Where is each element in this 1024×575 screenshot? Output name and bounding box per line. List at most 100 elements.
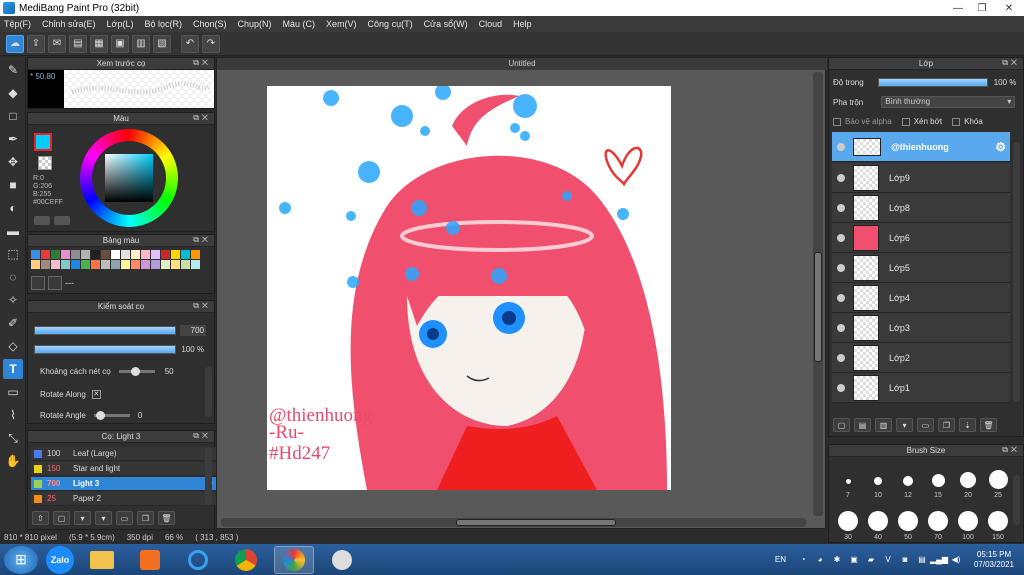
menu-cloud[interactable]: Cloud bbox=[479, 19, 503, 29]
menu-snap[interactable]: Chụp(N) bbox=[238, 19, 272, 29]
system-clock[interactable]: 05:15 PM 07/03/2021 bbox=[966, 550, 1022, 570]
menu-view[interactable]: Xem(V) bbox=[326, 19, 357, 29]
chrome-icon[interactable] bbox=[226, 546, 266, 574]
brush-size-40[interactable]: 40 bbox=[863, 501, 893, 541]
layer-row-1[interactable]: Lớp1 bbox=[832, 373, 1010, 403]
upload-brush-icon[interactable]: ⇧ bbox=[32, 511, 49, 525]
tray-app-icon[interactable]: ▣ bbox=[847, 554, 861, 566]
rotate-angle-slider[interactable] bbox=[93, 411, 130, 420]
menu-tools[interactable]: Công cụ(T) bbox=[368, 19, 413, 29]
vietkey-icon[interactable]: V bbox=[881, 554, 895, 566]
spacing-slider[interactable] bbox=[118, 367, 155, 376]
magic-wand-tool-icon[interactable]: ✧ bbox=[3, 290, 23, 310]
palette-swatch[interactable] bbox=[71, 250, 80, 259]
layer-row-3[interactable]: Lớp3 bbox=[832, 313, 1010, 343]
rectangle-tool-icon[interactable]: □ bbox=[3, 106, 23, 126]
minimize-button[interactable]: — bbox=[946, 1, 970, 15]
select-pen-tool-icon[interactable]: ✐ bbox=[3, 313, 23, 333]
panel-controls-icon[interactable]: ⧉✕ bbox=[193, 301, 211, 311]
new-palette-icon[interactable] bbox=[31, 276, 45, 290]
rotate-along-checkbox[interactable]: ✕ bbox=[91, 390, 101, 399]
layer-row-2[interactable]: Lớp2 bbox=[832, 343, 1010, 373]
zalo-taskbar-icon[interactable]: Zalo bbox=[46, 545, 74, 574]
comment-icon[interactable]: ✉ bbox=[48, 34, 66, 53]
duplicate-layer-icon[interactable]: ❐ bbox=[938, 418, 955, 432]
protect-alpha-checkbox[interactable] bbox=[833, 117, 841, 126]
document-icon[interactable]: ▦ bbox=[90, 34, 108, 53]
brush-size-150[interactable]: 150 bbox=[983, 501, 1013, 541]
merge-layer-icon[interactable]: ⇣ bbox=[959, 418, 976, 432]
spacing-slider-thumb[interactable] bbox=[130, 367, 140, 376]
palette-swatch[interactable] bbox=[71, 260, 80, 269]
palette-swatch[interactable] bbox=[121, 260, 130, 269]
page-icon[interactable]: ▤ bbox=[69, 34, 87, 53]
color-mode-slider-button[interactable] bbox=[54, 216, 70, 225]
brush-size-12[interactable]: 12 bbox=[893, 459, 923, 499]
brush-control-scrollbar[interactable] bbox=[205, 367, 212, 417]
explorer-folder-icon[interactable] bbox=[82, 546, 122, 574]
new-halftone-layer-icon[interactable]: ▤ bbox=[854, 418, 871, 432]
layer-folder-icon[interactable]: ▭ bbox=[917, 418, 934, 432]
redo-button[interactable]: ↷ bbox=[202, 34, 220, 53]
move-tool-icon[interactable]: ✥ bbox=[3, 152, 23, 172]
visibility-eye-icon[interactable] bbox=[837, 323, 845, 332]
palette-swatch[interactable] bbox=[51, 250, 60, 259]
brush-opacity-bar[interactable] bbox=[34, 345, 176, 354]
bucket-tool-icon[interactable]: ◐ bbox=[3, 198, 23, 218]
layer-list-scrollbar[interactable] bbox=[1013, 142, 1020, 402]
palette-swatch[interactable] bbox=[81, 250, 90, 259]
panel-controls-icon[interactable]: ⧉✕ bbox=[1002, 445, 1020, 455]
tray-app-icon[interactable]: ◕ bbox=[813, 554, 827, 566]
palette-swatch[interactable] bbox=[191, 260, 200, 269]
divide-tool-icon[interactable]: ▭ bbox=[3, 382, 23, 402]
clipping-checkbox[interactable] bbox=[901, 117, 910, 126]
layer-row-5[interactable]: Lớp5 bbox=[832, 253, 1010, 283]
palette-swatch[interactable] bbox=[31, 260, 40, 269]
delete-palette-icon[interactable] bbox=[48, 276, 62, 290]
visibility-eye-icon[interactable] bbox=[837, 293, 845, 302]
maximize-button[interactable]: ❐ bbox=[970, 1, 994, 15]
duplicate-brush-icon[interactable]: ❐ bbox=[137, 511, 154, 525]
palette-swatch[interactable] bbox=[111, 260, 120, 269]
internet-explorer-icon[interactable] bbox=[178, 546, 218, 574]
fill-shape-tool-icon[interactable]: ■ bbox=[3, 175, 23, 195]
brush-item-star[interactable]: 150 Star and light bbox=[31, 462, 221, 476]
delete-layer-icon[interactable]: 🗑 bbox=[980, 418, 997, 432]
eyedropper-tool-icon[interactable]: ⌇ bbox=[3, 405, 23, 425]
brush-folder-icon[interactable]: ▭ bbox=[116, 511, 133, 525]
brush-list-scrollbar[interactable] bbox=[205, 447, 212, 505]
canvas-horizontal-scrollbar[interactable] bbox=[221, 518, 806, 527]
add-layer-dropdown-icon[interactable]: ▾ bbox=[896, 418, 913, 432]
layer-settings-gear-icon[interactable]: ⚙ bbox=[995, 140, 1006, 154]
visibility-eye-icon[interactable] bbox=[837, 173, 845, 182]
new-layer-icon[interactable]: ▢ bbox=[833, 418, 850, 432]
medibang-taskbar-icon[interactable] bbox=[274, 545, 314, 574]
palette-swatch[interactable] bbox=[171, 260, 180, 269]
color-mode-wheel-button[interactable] bbox=[34, 216, 50, 225]
palette-swatch[interactable] bbox=[131, 260, 140, 269]
brush-size-100[interactable]: 100 bbox=[953, 501, 983, 541]
eraser-tool-icon[interactable]: ◆ bbox=[3, 83, 23, 103]
bluetooth-icon[interactable]: ✱ bbox=[830, 554, 844, 566]
brush-size-50[interactable]: 50 bbox=[893, 501, 923, 541]
brush-tool-icon[interactable]: ✎ bbox=[3, 60, 23, 80]
add-brush-dropdown-icon[interactable]: ▾ bbox=[74, 511, 91, 525]
brush-size-25[interactable]: 25 bbox=[983, 459, 1013, 499]
hand-tool-icon[interactable]: ✋ bbox=[3, 451, 23, 471]
palette-swatch[interactable] bbox=[61, 250, 70, 259]
cloud-icon[interactable]: ☁ bbox=[6, 34, 24, 53]
dot-tool-icon[interactable]: ✒ bbox=[3, 129, 23, 149]
palette-swatch[interactable] bbox=[151, 250, 160, 259]
palette-swatch[interactable] bbox=[161, 260, 170, 269]
layer-row-9[interactable]: Lớp9 bbox=[832, 163, 1010, 193]
visibility-eye-icon[interactable] bbox=[837, 203, 845, 212]
saturation-value-square[interactable] bbox=[105, 154, 153, 202]
share-icon[interactable]: ⇪ bbox=[27, 34, 45, 53]
brush-item-paper[interactable]: 25 Paper 2 bbox=[31, 492, 221, 506]
brush-item-leaf[interactable]: 100 Leaf (Large) bbox=[31, 447, 221, 461]
palette-swatch[interactable] bbox=[81, 260, 90, 269]
brush-size-7[interactable]: 7 bbox=[833, 459, 863, 499]
layer-opacity-bar[interactable] bbox=[877, 78, 988, 87]
brush-size-20[interactable]: 20 bbox=[953, 459, 983, 499]
menu-filter[interactable]: Bộ lọc(R) bbox=[144, 19, 182, 29]
